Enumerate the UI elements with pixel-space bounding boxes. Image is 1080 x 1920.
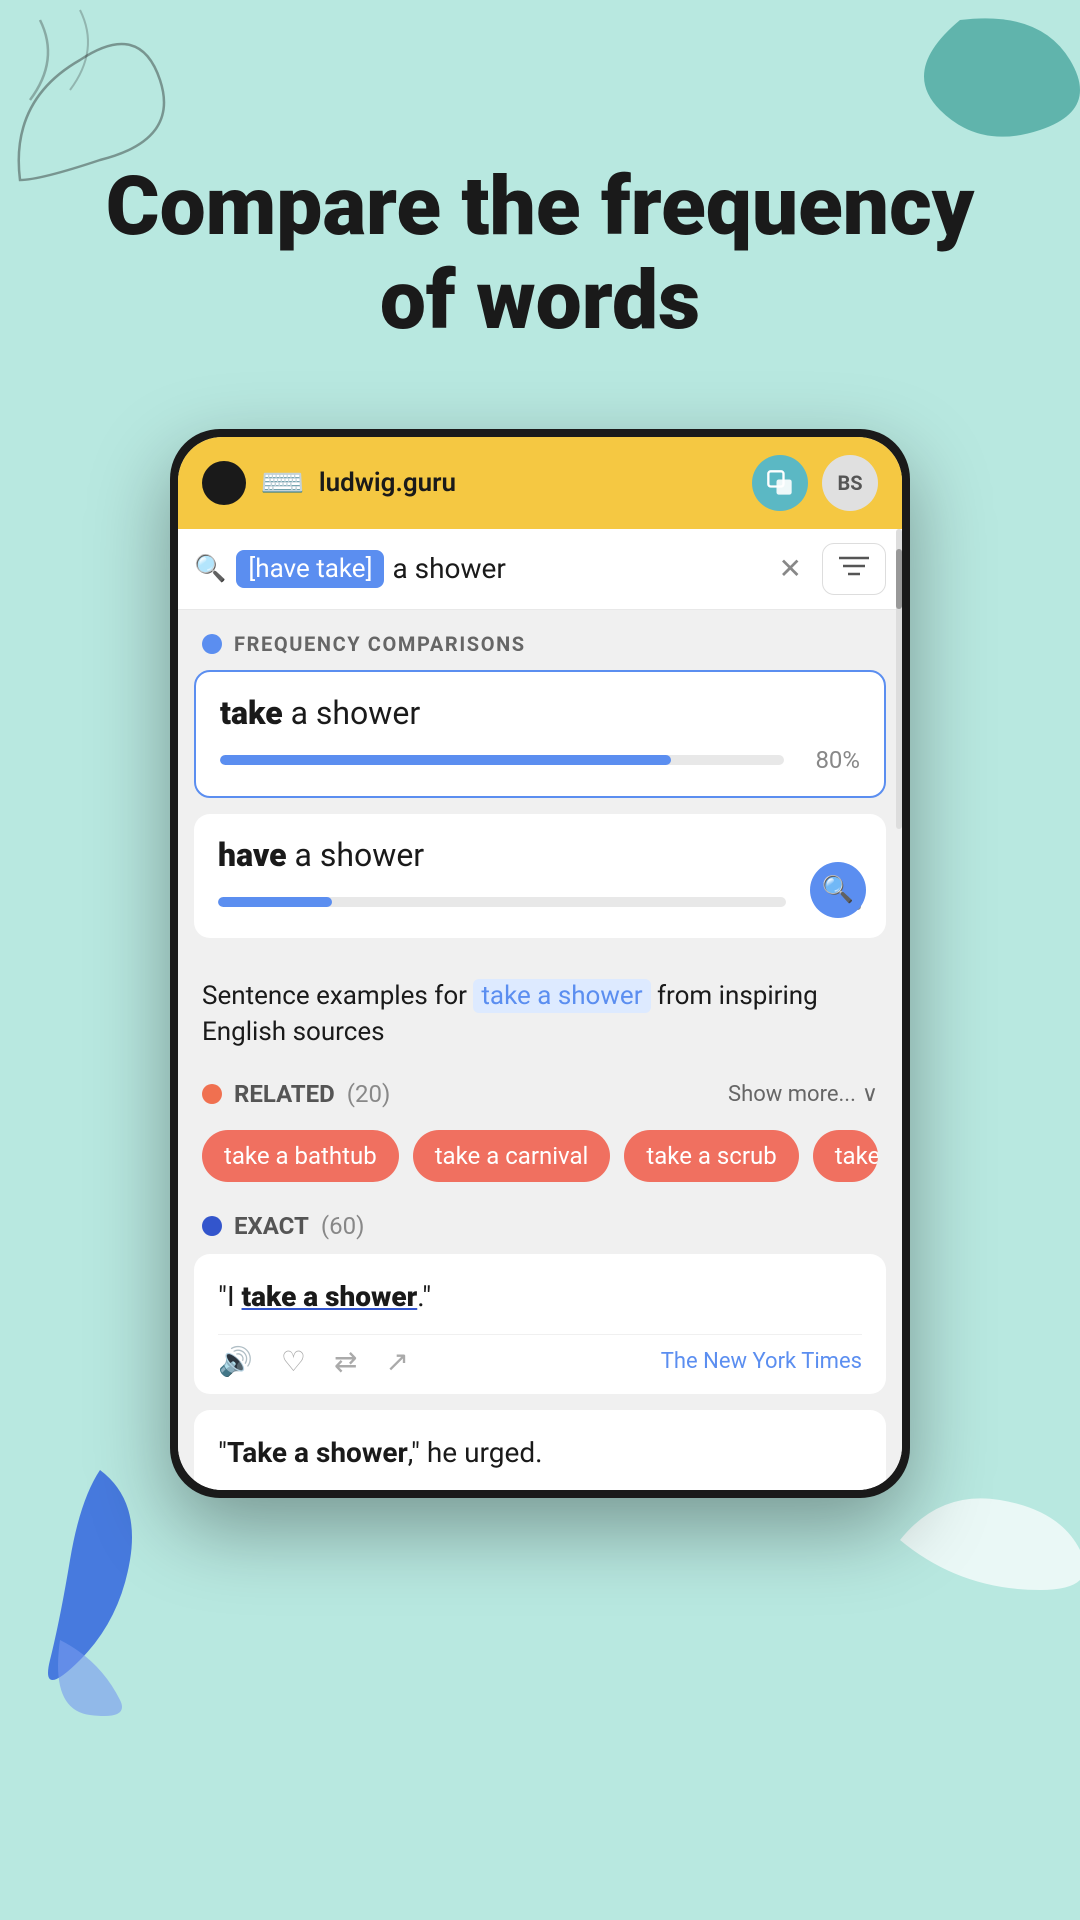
camera-icon [202, 461, 246, 505]
freq-bar-bg-have [218, 897, 786, 907]
tags-row: take a bathtub take a carnival take a sc… [178, 1122, 902, 1198]
related-count: (20) [347, 1080, 391, 1108]
user-button[interactable]: BS [822, 455, 878, 511]
phone-screen: ⌨️ ludwig.guru BS 🔍 [have [178, 437, 902, 1491]
content-area: FREQUENCY COMPARISONS take a shower 80% [178, 610, 902, 1491]
freq-bar-bg [220, 755, 784, 765]
related-row: RELATED (20) Show more... ∨ [178, 1066, 902, 1122]
tag-scrub[interactable]: take a scrub [624, 1130, 798, 1182]
show-more-button[interactable]: Show more... ∨ [728, 1082, 878, 1107]
exact-count: (60) [321, 1212, 365, 1240]
freq-pct-take: 80% [800, 746, 860, 774]
browser-url: ludwig.guru [319, 468, 456, 498]
example-actions-1: 🔊 ♡ ⇄ ↗ The New York Times [218, 1334, 862, 1378]
browser-right: BS [752, 455, 878, 511]
retweet-icon[interactable]: ⇄ [334, 1345, 357, 1378]
freq-bar-take: 80% [220, 746, 860, 774]
freq-word-have: have a shower [218, 836, 862, 874]
frequency-label-text: FREQUENCY COMPARISONS [234, 632, 526, 656]
source-link-1[interactable]: The New York Times [661, 1349, 862, 1374]
copy-button[interactable] [752, 455, 808, 511]
chevron-down-icon: ∨ [862, 1082, 878, 1107]
freq-bar-have: 20% [218, 888, 862, 916]
example-card-1: "I take a shower." 🔊 ♡ ⇄ ↗ The New York … [194, 1254, 886, 1394]
frequency-card-have[interactable]: have a shower 20% 🔍 [194, 814, 886, 938]
share-icon[interactable]: ↗ [385, 1345, 408, 1378]
tag-bathtub[interactable]: take a bathtub [202, 1130, 399, 1182]
search-circle-icon: 🔍 [822, 875, 854, 905]
sent-highlight[interactable]: take a shower [473, 979, 650, 1013]
filter-icon [839, 555, 869, 577]
search-icon: 🔍 [194, 554, 226, 584]
typewriter-icon: ⌨️ [260, 462, 305, 504]
show-more-label: Show more... [728, 1082, 856, 1107]
search-circle-button[interactable]: 🔍 [810, 862, 866, 918]
sent-prefix: Sentence examples for [202, 981, 473, 1011]
heart-icon[interactable]: ♡ [281, 1345, 306, 1378]
example-text-1: "I take a shower." [218, 1276, 862, 1318]
tag-carnival[interactable]: take a carnival [413, 1130, 611, 1182]
freq-bar-fill [220, 755, 671, 765]
search-text: a shower [392, 552, 505, 585]
freq-word-take: take a shower [220, 694, 860, 732]
frequency-section-label: FREQUENCY COMPARISONS [178, 610, 902, 670]
scroll-thumb [896, 549, 902, 609]
example-text-2: "Take a shower," he urged. [218, 1432, 862, 1474]
related-label: RELATED [234, 1080, 335, 1108]
frequency-card-take[interactable]: take a shower 80% [194, 670, 886, 798]
copy-icon [766, 469, 794, 497]
related-left: RELATED (20) [202, 1080, 390, 1108]
tag-wa[interactable]: take a wa... [813, 1130, 878, 1182]
headline: Compare the frequency of words [0, 0, 1080, 409]
search-input[interactable]: [have take] a shower [236, 550, 758, 588]
browser-left: ⌨️ ludwig.guru [202, 461, 456, 505]
phone-container: ⌨️ ludwig.guru BS 🔍 [have [0, 429, 1080, 1499]
search-bar[interactable]: 🔍 [have take] a shower ✕ [178, 529, 902, 610]
freq-bar-fill-have [218, 897, 332, 907]
example-card-2: "Take a shower," he urged. [194, 1410, 886, 1490]
deco-bottom-left [40, 1460, 160, 1720]
blue-dot [202, 634, 222, 654]
browser-bar: ⌨️ ludwig.guru BS [178, 437, 902, 529]
phone-frame: ⌨️ ludwig.guru BS 🔍 [have [170, 429, 910, 1499]
exact-row: EXACT (60) [178, 1198, 902, 1254]
dark-blue-dot [202, 1216, 222, 1236]
exact-label: EXACT [234, 1212, 309, 1240]
speaker-icon[interactable]: 🔊 [218, 1345, 253, 1378]
close-button[interactable]: ✕ [769, 548, 812, 589]
orange-dot [202, 1084, 222, 1104]
search-highlight: [have take] [236, 550, 384, 588]
filter-button[interactable] [822, 543, 886, 595]
sentence-header: Sentence examples for take a shower from… [178, 954, 902, 1067]
scroll-bar [896, 529, 902, 829]
